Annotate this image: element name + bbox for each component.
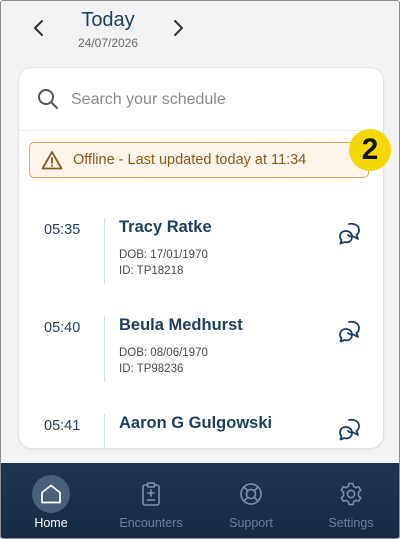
tab-support[interactable]: Support [201,463,301,538]
chat-icon[interactable] [337,318,363,344]
date-header: Today 24/07/2026 [1,1,399,63]
step-badge: 2 [349,129,391,171]
patient-name: Beula Medhurst [119,316,243,334]
chevron-left-icon [34,20,43,36]
app-screen: Today 24/07/2026 Offline - Last updated … [0,0,400,539]
appointment-item[interactable]: 05:40 Beula Medhurst DOB: 08/06/1970 ID:… [19,296,383,382]
clipboard-icon [142,482,160,506]
chat-icon[interactable] [337,416,363,442]
tab-icon-container [232,475,270,513]
next-day-button[interactable] [165,15,191,41]
lifebuoy-icon [240,483,262,505]
search-icon [38,89,58,109]
tab-icon-container [332,475,370,513]
page-title: Today [81,9,135,31]
tab-label: Encounters [119,516,183,530]
tab-icon-container [132,475,170,513]
tab-home[interactable]: Home [1,463,101,538]
patient-dob: DOB: 08/06/1970 [119,347,208,359]
patient-id: ID: TP18218 [119,265,184,277]
tab-settings[interactable]: Settings [301,463,399,538]
appointment-time: 05:41 [44,418,81,434]
warning-icon [41,151,63,170]
appointment-item[interactable]: 05:41 Aaron G Gulgowski [19,394,383,448]
gear-icon [340,482,362,506]
offline-banner: Offline - Last updated today at 11:34 [29,142,369,178]
appointment-list: 05:35 Tracy Ratke DOB: 17/01/1970 ID: TP… [19,198,383,448]
home-icon [41,484,61,504]
appointment-time: 05:40 [44,320,81,336]
search-input[interactable] [69,86,363,114]
tab-label: Settings [328,516,374,530]
schedule-card: Offline - Last updated today at 11:34 05… [18,67,384,449]
tab-label: Support [229,516,273,530]
patient-name: Tracy Ratke [119,218,212,236]
tab-icon-container [32,475,70,513]
current-date: 24/07/2026 [77,36,139,50]
bottom-tab-bar: Home Encounters Support Settings [1,463,399,538]
patient-name: Aaron G Gulgowski [119,414,273,432]
chat-icon[interactable] [337,220,363,246]
patient-dob: DOB: 17/01/1970 [119,249,208,261]
patient-id: ID: TP98236 [119,363,184,375]
search-bar [19,68,383,131]
chevron-right-icon [174,20,183,36]
appointment-time: 05:35 [44,222,81,238]
tab-label: Home [34,516,68,530]
timeline-divider [104,316,105,382]
tab-encounters[interactable]: Encounters [101,463,201,538]
previous-day-button[interactable] [26,15,52,41]
timeline-divider [104,414,105,448]
timeline-divider [104,218,105,284]
offline-status-text: Offline - Last updated today at 11:34 [73,152,307,168]
appointment-item[interactable]: 05:35 Tracy Ratke DOB: 17/01/1970 ID: TP… [19,198,383,284]
